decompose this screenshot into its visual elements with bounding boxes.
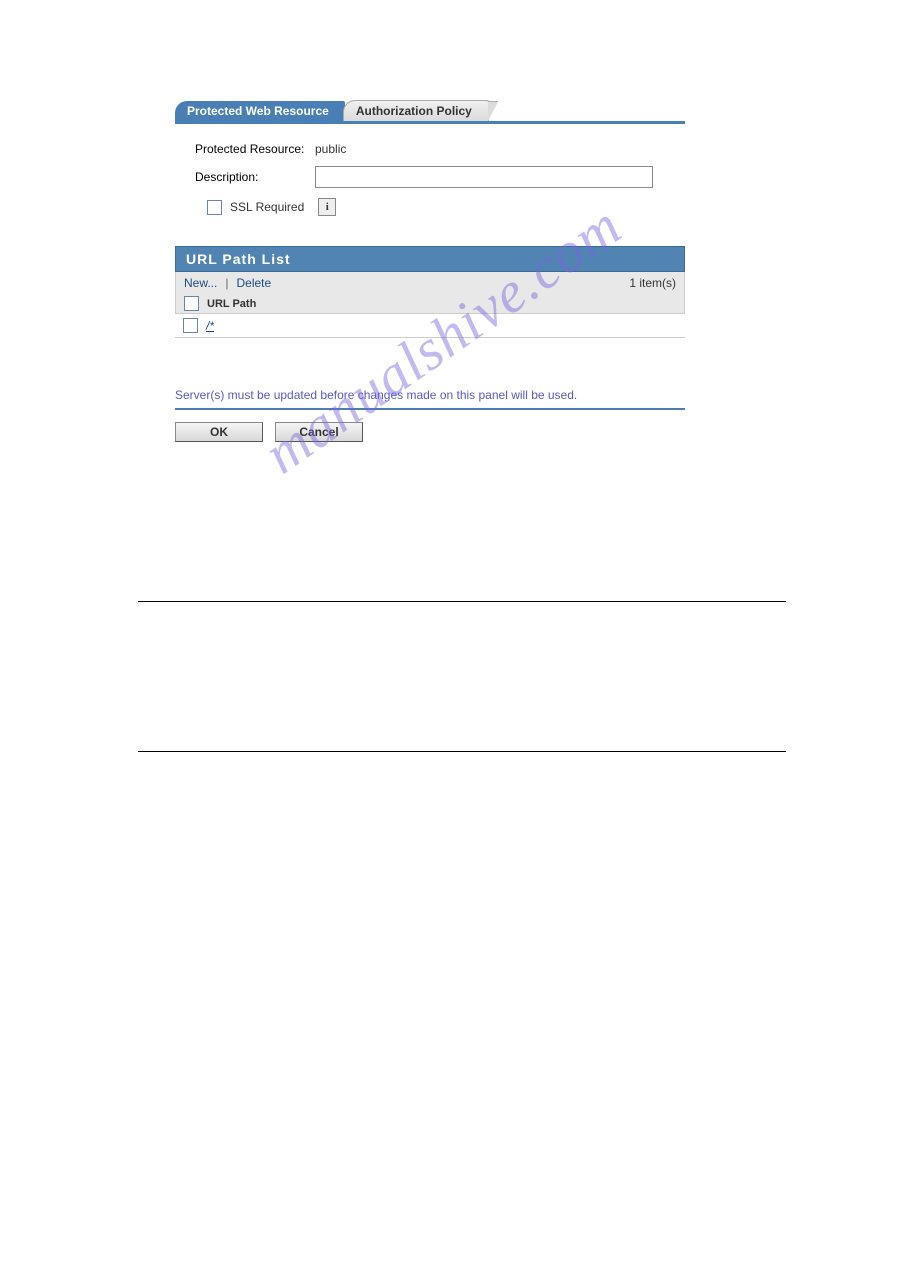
url-path-toolbar: New... | Delete 1 item(s) xyxy=(175,272,685,294)
url-path-column-header: URL Path xyxy=(207,298,256,310)
info-icon[interactable]: i xyxy=(318,198,336,216)
protected-resource-value: public xyxy=(315,142,346,156)
tab-authorization-policy[interactable]: Authorization Policy xyxy=(343,100,489,121)
toolbar-separator: | xyxy=(225,276,228,290)
row-checkbox[interactable] xyxy=(183,318,198,333)
cancel-button[interactable]: Cancel xyxy=(275,422,363,442)
select-all-checkbox[interactable] xyxy=(184,296,199,311)
table-row: /* xyxy=(175,314,685,338)
protected-resource-row: Protected Resource: public xyxy=(195,142,675,156)
divider-2 xyxy=(138,751,786,752)
url-path-list-header: URL Path List xyxy=(175,246,685,272)
divider-1 xyxy=(138,601,786,602)
description-input[interactable] xyxy=(315,166,653,188)
ssl-required-checkbox[interactable] xyxy=(207,200,222,215)
item-count: 1 item(s) xyxy=(629,276,676,290)
tab-bar: Protected Web Resource Authorization Pol… xyxy=(175,100,685,124)
form-area: Protected Resource: public Description: … xyxy=(175,124,685,216)
url-path-table-header: URL Path xyxy=(175,294,685,314)
delete-link[interactable]: Delete xyxy=(236,276,271,290)
ok-button[interactable]: OK xyxy=(175,422,263,442)
url-path-link[interactable]: /* xyxy=(206,319,214,333)
description-label: Description: xyxy=(195,170,315,184)
update-notice: Server(s) must be updated before changes… xyxy=(175,388,685,410)
protected-resource-label: Protected Resource: xyxy=(195,142,315,156)
description-row: Description: xyxy=(195,166,675,188)
button-row: OK Cancel xyxy=(175,422,918,442)
ssl-required-label: SSL Required xyxy=(230,200,304,214)
tab-protected-web-resource[interactable]: Protected Web Resource xyxy=(175,101,345,121)
ssl-required-row: SSL Required i xyxy=(195,198,675,216)
new-link[interactable]: New... xyxy=(184,276,217,290)
